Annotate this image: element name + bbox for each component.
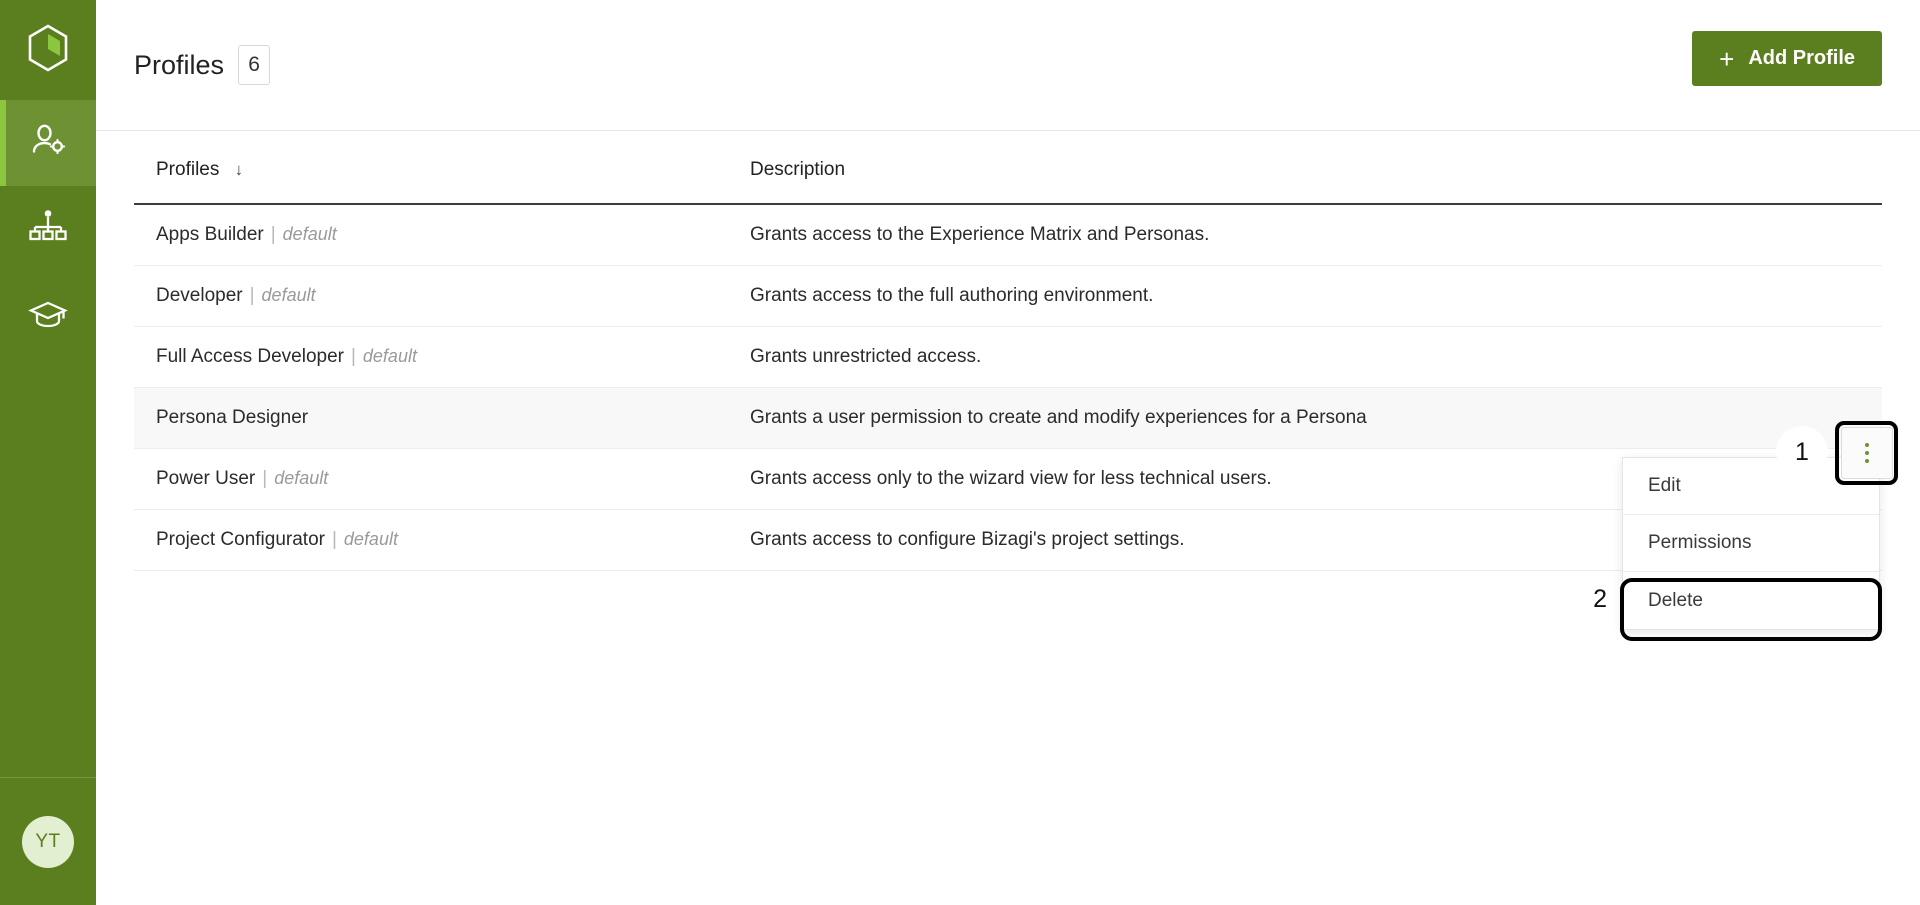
menu-item-permissions[interactable]: Permissions (1623, 515, 1879, 572)
profile-name-cell: Persona Designer (134, 387, 744, 449)
column-header-profiles-label: Profiles (156, 159, 220, 180)
hexagon-logo-icon (25, 23, 71, 78)
profile-description-cell: Grants access to the Experience Matrix a… (744, 204, 1882, 266)
plus-icon: + (1719, 43, 1735, 74)
profile-name-cell: Project Configurator | default (134, 509, 744, 571)
kebab-menu-icon (1865, 443, 1869, 463)
table-row[interactable]: Persona Designer Grants a user permissio… (134, 387, 1882, 449)
profile-name: Project Configurator (156, 529, 325, 550)
row-context-menu: Edit Permissions Delete (1622, 457, 1880, 630)
table-row[interactable]: Power User | default Grants access only to… (134, 448, 1882, 510)
profile-name: Full Access Developer (156, 346, 344, 367)
sidebar-item-learning[interactable] (0, 272, 96, 358)
default-tag: default (362, 346, 417, 366)
default-tag: default (343, 529, 398, 549)
profiles-count-badge: 6 (238, 45, 271, 85)
menu-item-edit-label: Edit (1648, 475, 1681, 496)
table-row[interactable]: Full Access Developer | default Grants unr… (134, 326, 1882, 388)
separator-pipe: | (249, 285, 255, 306)
arrow-down-icon[interactable]: ↓ (235, 160, 244, 179)
page-title: Profiles (134, 49, 225, 80)
profile-name-cell: Power User | default (134, 448, 744, 510)
page-header: Profiles 6 + Add Profile (96, 0, 1920, 131)
profile-name-cell: Full Access Developer | default (134, 326, 744, 388)
separator-pipe: | (331, 529, 337, 550)
app-root: YT Profiles 6 + Add Profile Profiles ↓ D… (0, 0, 1920, 905)
profile-name: Apps Builder (156, 224, 264, 245)
annotation-number-2: 2 (1593, 585, 1607, 613)
avatar[interactable]: YT (22, 816, 74, 868)
default-tag: default (274, 468, 329, 488)
sidebar-item-users[interactable] (0, 100, 96, 186)
profile-name: Developer (156, 285, 243, 306)
menu-item-permissions-label: Permissions (1648, 532, 1752, 553)
table-row[interactable]: Developer | default Grants access to the f… (134, 265, 1882, 327)
table-header-row: Profiles ↓ Description (134, 131, 1882, 205)
column-header-profiles[interactable]: Profiles ↓ (134, 131, 744, 205)
profile-name: Power User (156, 468, 256, 489)
profile-name-cell: Developer | default (134, 265, 744, 327)
column-header-description-label: Description (750, 159, 846, 180)
profile-description-cell: Grants a user permission to create and m… (744, 387, 1882, 449)
annotation-number-1: 1 (1776, 426, 1828, 478)
main-content: Profiles 6 + Add Profile Profiles ↓ Desc… (96, 0, 1920, 905)
page-title-group: Profiles 6 (134, 45, 271, 85)
graduation-cap-icon (28, 293, 68, 338)
profiles-table: Profiles ↓ Description Apps Builder | defa… (134, 131, 1882, 571)
sidebar-divider (0, 777, 96, 778)
kebab-menu-button[interactable] (1841, 427, 1893, 479)
separator-pipe: | (270, 224, 276, 245)
profile-name-cell: Apps Builder | default (134, 204, 744, 266)
profile-description-cell: Grants unrestricted access. (744, 326, 1882, 388)
add-profile-button[interactable]: + Add Profile (1692, 31, 1882, 86)
table-body: Apps Builder | default Grants access to th… (134, 204, 1882, 571)
sidebar-item-org-chart[interactable] (0, 186, 96, 272)
table-row[interactable]: Project Configurator | default Grants acce… (134, 509, 1882, 571)
column-header-description[interactable]: Description (744, 131, 1882, 205)
profile-description-cell: Grants access to the full authoring envi… (744, 265, 1882, 327)
app-logo[interactable] (0, 0, 96, 100)
default-tag: default (282, 224, 337, 244)
add-profile-label: Add Profile (1748, 47, 1855, 69)
separator-pipe: | (262, 468, 268, 489)
sidebar: YT (0, 0, 96, 905)
menu-item-delete[interactable]: Delete (1623, 572, 1879, 629)
separator-pipe: | (350, 346, 356, 367)
profile-name: Persona Designer (156, 407, 309, 428)
table-row[interactable]: Apps Builder | default Grants access to th… (134, 204, 1882, 266)
menu-item-delete-label: Delete (1648, 589, 1703, 611)
user-settings-icon (28, 121, 68, 166)
avatar-initials: YT (35, 831, 61, 852)
table-head: Profiles ↓ Description (134, 131, 1882, 205)
default-tag: default (261, 285, 316, 305)
org-chart-icon (28, 207, 68, 252)
